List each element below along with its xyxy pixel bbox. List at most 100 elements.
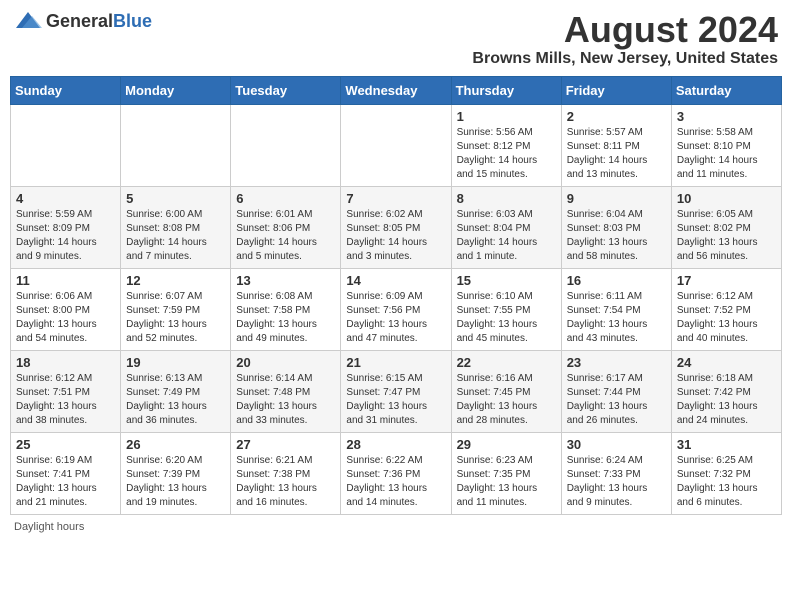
day-info: Sunrise: 6:14 AM Sunset: 7:48 PM Dayligh… <box>236 372 335 428</box>
calendar-cell: 9 Sunrise: 6:04 AM Sunset: 8:03 PM Daylig… <box>561 186 671 268</box>
day-info: Sunrise: 6:09 AM Sunset: 7:56 PM Dayligh… <box>346 290 445 346</box>
calendar-week-5: 25Sunrise: 6:19 AM Sunset: 7:41 PM Dayli… <box>11 432 782 514</box>
calendar-cell: 17Sunrise: 6:12 AM Sunset: 7:52 PM Dayli… <box>671 268 781 350</box>
calendar-cell: 6 Sunrise: 6:01 AM Sunset: 8:06 PM Daylig… <box>231 186 341 268</box>
calendar-cell <box>231 104 341 186</box>
logo-text-blue: Blue <box>113 11 152 31</box>
calendar-cell: 21 Sunrise: 6:15 AM Sunset: 7:47 PM Dayli… <box>341 350 451 432</box>
day-info: Sunrise: 6:20 AM Sunset: 7:39 PM Dayligh… <box>126 454 225 510</box>
day-info: Sunrise: 6:24 AM Sunset: 7:33 PM Dayligh… <box>567 454 666 510</box>
calendar-cell: 24 Sunrise: 6:18 AM Sunset: 7:42 PM Dayli… <box>671 350 781 432</box>
day-info: Sunrise: 6:25 AM Sunset: 7:32 PM Dayligh… <box>677 454 776 510</box>
header: GeneralBlue August 2024 Browns Mills, Ne… <box>10 10 782 68</box>
day-info: Sunrise: 6:06 AM Sunset: 8:00 PM Dayligh… <box>16 290 115 346</box>
day-info: Sunrise: 6:08 AM Sunset: 7:58 PM Dayligh… <box>236 290 335 346</box>
day-number: 19 <box>126 355 225 370</box>
day-info: Sunrise: 5:59 AM Sunset: 8:09 PM Dayligh… <box>16 208 115 264</box>
calendar-cell <box>341 104 451 186</box>
calendar-header-friday: Friday <box>561 76 671 104</box>
calendar-cell: 16Sunrise: 6:11 AM Sunset: 7:54 PM Dayli… <box>561 268 671 350</box>
calendar-header-thursday: Thursday <box>451 76 561 104</box>
day-info: Sunrise: 6:18 AM Sunset: 7:42 PM Dayligh… <box>677 372 776 428</box>
calendar-cell: 19 Sunrise: 6:13 AM Sunset: 7:49 PM Dayli… <box>121 350 231 432</box>
day-info: Sunrise: 6:21 AM Sunset: 7:38 PM Dayligh… <box>236 454 335 510</box>
calendar-cell: 28 Sunrise: 6:22 AM Sunset: 7:36 PM Dayli… <box>341 432 451 514</box>
day-number: 11 <box>16 273 115 288</box>
day-info: Sunrise: 6:05 AM Sunset: 8:02 PM Dayligh… <box>677 208 776 264</box>
day-info: Sunrise: 6:17 AM Sunset: 7:44 PM Dayligh… <box>567 372 666 428</box>
calendar-week-4: 18 Sunrise: 6:12 AM Sunset: 7:51 PM Dayli… <box>11 350 782 432</box>
day-number: 29 <box>457 437 556 452</box>
calendar-cell <box>11 104 121 186</box>
calendar: SundayMondayTuesdayWednesdayThursdayFrid… <box>10 76 782 515</box>
day-number: 24 <box>677 355 776 370</box>
day-number: 6 <box>236 191 335 206</box>
calendar-header-wednesday: Wednesday <box>341 76 451 104</box>
day-info: Sunrise: 6:19 AM Sunset: 7:41 PM Dayligh… <box>16 454 115 510</box>
day-info: Sunrise: 5:56 AM Sunset: 8:12 PM Dayligh… <box>457 126 556 182</box>
day-number: 22 <box>457 355 556 370</box>
calendar-cell: 5Sunrise: 6:00 AM Sunset: 8:08 PM Daylig… <box>121 186 231 268</box>
calendar-cell: 29 Sunrise: 6:23 AM Sunset: 7:35 PM Dayli… <box>451 432 561 514</box>
day-number: 12 <box>126 273 225 288</box>
day-number: 20 <box>236 355 335 370</box>
day-info: Sunrise: 6:07 AM Sunset: 7:59 PM Dayligh… <box>126 290 225 346</box>
subtitle: Browns Mills, New Jersey, United States <box>472 50 778 68</box>
calendar-cell: 25Sunrise: 6:19 AM Sunset: 7:41 PM Dayli… <box>11 432 121 514</box>
day-number: 5 <box>126 191 225 206</box>
day-number: 7 <box>346 191 445 206</box>
day-number: 21 <box>346 355 445 370</box>
daylight-hours-label: Daylight hours <box>14 521 84 533</box>
day-info: Sunrise: 6:23 AM Sunset: 7:35 PM Dayligh… <box>457 454 556 510</box>
day-info: Sunrise: 6:01 AM Sunset: 8:06 PM Dayligh… <box>236 208 335 264</box>
day-info: Sunrise: 6:03 AM Sunset: 8:04 PM Dayligh… <box>457 208 556 264</box>
calendar-header-saturday: Saturday <box>671 76 781 104</box>
day-number: 9 <box>567 191 666 206</box>
calendar-cell: 26 Sunrise: 6:20 AM Sunset: 7:39 PM Dayli… <box>121 432 231 514</box>
calendar-cell: 15 Sunrise: 6:10 AM Sunset: 7:55 PM Dayli… <box>451 268 561 350</box>
calendar-cell: 8 Sunrise: 6:03 AM Sunset: 8:04 PM Daylig… <box>451 186 561 268</box>
calendar-cell: 1Sunrise: 5:56 AM Sunset: 8:12 PM Daylig… <box>451 104 561 186</box>
calendar-cell: 27 Sunrise: 6:21 AM Sunset: 7:38 PM Dayli… <box>231 432 341 514</box>
day-number: 27 <box>236 437 335 452</box>
calendar-cell: 23Sunrise: 6:17 AM Sunset: 7:44 PM Dayli… <box>561 350 671 432</box>
day-number: 30 <box>567 437 666 452</box>
day-number: 31 <box>677 437 776 452</box>
day-number: 18 <box>16 355 115 370</box>
calendar-header-row: SundayMondayTuesdayWednesdayThursdayFrid… <box>11 76 782 104</box>
day-number: 8 <box>457 191 556 206</box>
calendar-cell: 18 Sunrise: 6:12 AM Sunset: 7:51 PM Dayli… <box>11 350 121 432</box>
calendar-header-monday: Monday <box>121 76 231 104</box>
day-info: Sunrise: 6:13 AM Sunset: 7:49 PM Dayligh… <box>126 372 225 428</box>
day-info: Sunrise: 6:04 AM Sunset: 8:03 PM Dayligh… <box>567 208 666 264</box>
calendar-cell: 7 Sunrise: 6:02 AM Sunset: 8:05 PM Daylig… <box>341 186 451 268</box>
day-info: Sunrise: 6:16 AM Sunset: 7:45 PM Dayligh… <box>457 372 556 428</box>
logo: GeneralBlue <box>14 10 152 32</box>
calendar-header-sunday: Sunday <box>11 76 121 104</box>
day-number: 3 <box>677 109 776 124</box>
calendar-cell: 4 Sunrise: 5:59 AM Sunset: 8:09 PM Daylig… <box>11 186 121 268</box>
day-info: Sunrise: 6:22 AM Sunset: 7:36 PM Dayligh… <box>346 454 445 510</box>
day-number: 14 <box>346 273 445 288</box>
calendar-cell: 30 Sunrise: 6:24 AM Sunset: 7:33 PM Dayli… <box>561 432 671 514</box>
calendar-cell: 10Sunrise: 6:05 AM Sunset: 8:02 PM Dayli… <box>671 186 781 268</box>
logo-text-general: General <box>46 11 113 31</box>
calendar-cell: 3Sunrise: 5:58 AM Sunset: 8:10 PM Daylig… <box>671 104 781 186</box>
day-number: 4 <box>16 191 115 206</box>
calendar-cell: 14 Sunrise: 6:09 AM Sunset: 7:56 PM Dayli… <box>341 268 451 350</box>
day-number: 28 <box>346 437 445 452</box>
day-info: Sunrise: 6:12 AM Sunset: 7:51 PM Dayligh… <box>16 372 115 428</box>
day-info: Sunrise: 6:10 AM Sunset: 7:55 PM Dayligh… <box>457 290 556 346</box>
day-number: 15 <box>457 273 556 288</box>
logo-icon <box>14 10 42 32</box>
main-title: August 2024 <box>472 10 778 50</box>
day-number: 16 <box>567 273 666 288</box>
day-number: 26 <box>126 437 225 452</box>
calendar-cell: 2Sunrise: 5:57 AM Sunset: 8:11 PM Daylig… <box>561 104 671 186</box>
title-area: August 2024 Browns Mills, New Jersey, Un… <box>472 10 778 68</box>
calendar-header-tuesday: Tuesday <box>231 76 341 104</box>
day-info: Sunrise: 6:02 AM Sunset: 8:05 PM Dayligh… <box>346 208 445 264</box>
day-number: 13 <box>236 273 335 288</box>
day-info: Sunrise: 6:15 AM Sunset: 7:47 PM Dayligh… <box>346 372 445 428</box>
calendar-cell: 12 Sunrise: 6:07 AM Sunset: 7:59 PM Dayli… <box>121 268 231 350</box>
